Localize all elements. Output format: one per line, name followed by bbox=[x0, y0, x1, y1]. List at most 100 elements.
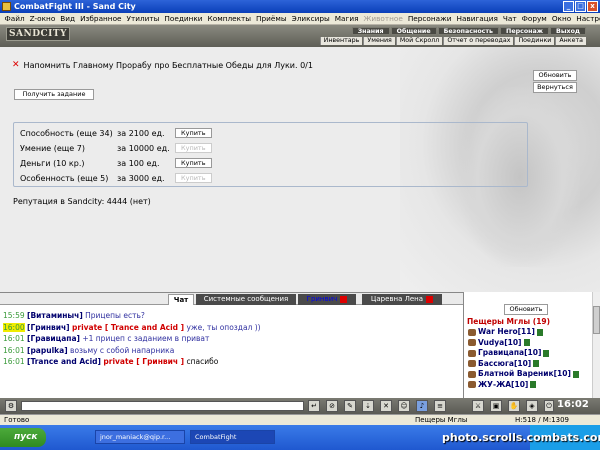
msg-private[interactable]: private [ Trance and Acid ] bbox=[72, 323, 184, 332]
menu-sets[interactable]: Комплекты bbox=[205, 14, 254, 23]
player-action-icon[interactable] bbox=[468, 349, 476, 357]
player-action-icon[interactable] bbox=[468, 328, 476, 336]
maximize-button[interactable]: □ bbox=[575, 1, 586, 12]
nav-transfer-report[interactable]: Отчет о переводах bbox=[443, 37, 514, 45]
nav-knowledge[interactable]: Знания bbox=[351, 27, 390, 35]
msg-author[interactable]: [Витаминыч] bbox=[27, 311, 83, 320]
menu-techniques[interactable]: Приёмы bbox=[254, 14, 290, 23]
info-icon[interactable] bbox=[536, 328, 543, 336]
hand-icon[interactable]: ✋ bbox=[508, 400, 520, 412]
menu-characters[interactable]: Персонажи bbox=[405, 14, 454, 23]
menu-bar: Файл Z-окно Вид Избранное Утилиты Поедин… bbox=[0, 13, 600, 25]
info-icon[interactable] bbox=[572, 370, 579, 378]
minimize-button[interactable]: _ bbox=[563, 1, 574, 12]
menu-elixirs[interactable]: Эликсиры bbox=[289, 14, 332, 23]
tab-chat[interactable]: Чат bbox=[168, 294, 194, 305]
menu-magic[interactable]: Магия bbox=[332, 14, 361, 23]
info-icon[interactable] bbox=[543, 349, 550, 357]
chat-input[interactable] bbox=[21, 401, 304, 411]
buy-money-button[interactable]: Купить bbox=[175, 158, 212, 168]
menu-forum[interactable]: Форум bbox=[519, 14, 549, 23]
options-icon[interactable]: ≡ bbox=[434, 400, 446, 412]
translit-icon[interactable]: ✎ bbox=[344, 400, 356, 412]
menu-favorites[interactable]: Избранное bbox=[78, 14, 124, 23]
refresh-button[interactable]: Обновить bbox=[533, 70, 577, 81]
chat-settings-icon[interactable]: ⚙ bbox=[5, 400, 17, 412]
player-item[interactable]: Vudya[10] bbox=[468, 338, 579, 349]
menu-settings[interactable]: Настройки bbox=[574, 14, 600, 23]
filter-icon[interactable]: ⊘ bbox=[326, 400, 338, 412]
player-name[interactable]: Блатной Вареник[10] bbox=[478, 369, 571, 380]
nav-skills[interactable]: Умения bbox=[363, 37, 395, 45]
shop-item-price: за 2100 ед. bbox=[117, 128, 165, 138]
player-action-icon[interactable] bbox=[468, 339, 476, 347]
shop-item-price: за 10000 ед. bbox=[117, 143, 170, 153]
msg-private[interactable]: private [ Гринвич ] bbox=[103, 357, 184, 366]
nav-communication[interactable]: Общение bbox=[390, 27, 437, 35]
close-button[interactable]: x bbox=[587, 1, 598, 12]
player-name[interactable]: Бассюга[10] bbox=[478, 359, 531, 370]
msg-author[interactable]: [papulka] bbox=[27, 346, 68, 355]
players-scrollbar[interactable] bbox=[592, 292, 600, 398]
nav-profile[interactable]: Анкета bbox=[555, 37, 586, 45]
bag-icon[interactable]: ▣ bbox=[490, 400, 502, 412]
msg-author[interactable]: [Trance and Acid] bbox=[27, 357, 101, 366]
tab-tsarevna-lena[interactable]: Царевна Лена bbox=[362, 294, 442, 305]
nav-fights[interactable]: Поединки bbox=[514, 37, 555, 45]
menu-fights[interactable]: Поединки bbox=[162, 14, 205, 23]
scroll-lock-icon[interactable]: ⇣ bbox=[362, 400, 374, 412]
nav-security[interactable]: Безопасность bbox=[437, 27, 500, 35]
nav-inventory[interactable]: Инвентарь bbox=[319, 37, 363, 45]
close-tab-icon[interactable] bbox=[426, 295, 434, 303]
nav-character[interactable]: Персонаж bbox=[500, 27, 550, 35]
buy-ability-button[interactable]: Купить bbox=[175, 128, 212, 138]
info-icon[interactable] bbox=[523, 339, 530, 347]
taskbar-combatfight[interactable]: CombatFight bbox=[190, 430, 275, 444]
player-action-icon[interactable] bbox=[468, 360, 476, 368]
player-name[interactable]: War Hero[11] bbox=[478, 327, 535, 338]
player-name[interactable]: Гравицапа[10] bbox=[478, 348, 541, 359]
shop-item-name: Деньги (10 кр.) bbox=[20, 158, 85, 168]
clear-chat-icon[interactable]: ✕ bbox=[380, 400, 392, 412]
nav-my-scroll[interactable]: Мой Скролл bbox=[395, 37, 443, 45]
buy-feature-button: Купить bbox=[175, 173, 212, 183]
player-item[interactable]: Бассюга[10] bbox=[468, 359, 579, 370]
back-button[interactable]: Вернуться bbox=[533, 82, 577, 93]
players-refresh-button[interactable]: Обновить bbox=[504, 304, 548, 315]
player-name[interactable]: ЖУ-ЖА[10] bbox=[478, 380, 528, 391]
player-action-icon[interactable] bbox=[468, 381, 476, 389]
player-item[interactable]: Гравицапа[10] bbox=[468, 348, 579, 359]
player-name[interactable]: Vudya[10] bbox=[478, 338, 522, 349]
player-item[interactable]: War Hero[11] bbox=[468, 327, 579, 338]
player-item[interactable]: ЖУ-ЖА[10] bbox=[468, 380, 579, 391]
close-tab-icon[interactable] bbox=[340, 295, 348, 303]
exit-icon[interactable]: ⏻ bbox=[544, 400, 554, 412]
msg-author[interactable]: [Гравицапа] bbox=[27, 334, 80, 343]
send-icon[interactable]: ↵ bbox=[308, 400, 320, 412]
start-button[interactable]: пуск bbox=[0, 428, 46, 447]
player-item[interactable]: Блатной Вареник[10] bbox=[468, 369, 579, 380]
menu-chat[interactable]: Чат bbox=[500, 14, 519, 23]
player-action-icon[interactable] bbox=[468, 370, 476, 378]
menu-animal[interactable]: Животное bbox=[361, 14, 405, 23]
taskbar-qip[interactable]: jnor_maniack@qip.r... bbox=[95, 430, 185, 444]
menu-view[interactable]: Вид bbox=[58, 14, 78, 23]
scroll-thumb[interactable] bbox=[593, 306, 600, 334]
tab-grinvich[interactable]: Гринвич bbox=[298, 294, 356, 305]
menu-z-window[interactable]: Z-окно bbox=[27, 14, 58, 23]
get-task-button[interactable]: Получить задание bbox=[14, 89, 94, 100]
info-icon[interactable] bbox=[530, 381, 537, 389]
menu-window[interactable]: Окно bbox=[549, 14, 573, 23]
menu-navigation[interactable]: Навигация bbox=[454, 14, 500, 23]
sound-icon[interactable]: ♪ bbox=[416, 400, 428, 412]
map-icon[interactable]: ◈ bbox=[526, 400, 538, 412]
fight-icon[interactable]: ⚔ bbox=[472, 400, 484, 412]
smiles-icon[interactable]: ☺ bbox=[398, 400, 410, 412]
info-icon[interactable] bbox=[533, 360, 540, 368]
tab-label: Гринвич bbox=[306, 295, 338, 303]
msg-author[interactable]: [Гринвич] bbox=[27, 323, 70, 332]
nav-exit[interactable]: Выход bbox=[550, 27, 586, 35]
tab-system-messages[interactable]: Системные сообщения bbox=[196, 294, 296, 305]
menu-file[interactable]: Файл bbox=[2, 14, 27, 23]
menu-utilities[interactable]: Утилиты bbox=[124, 14, 162, 23]
